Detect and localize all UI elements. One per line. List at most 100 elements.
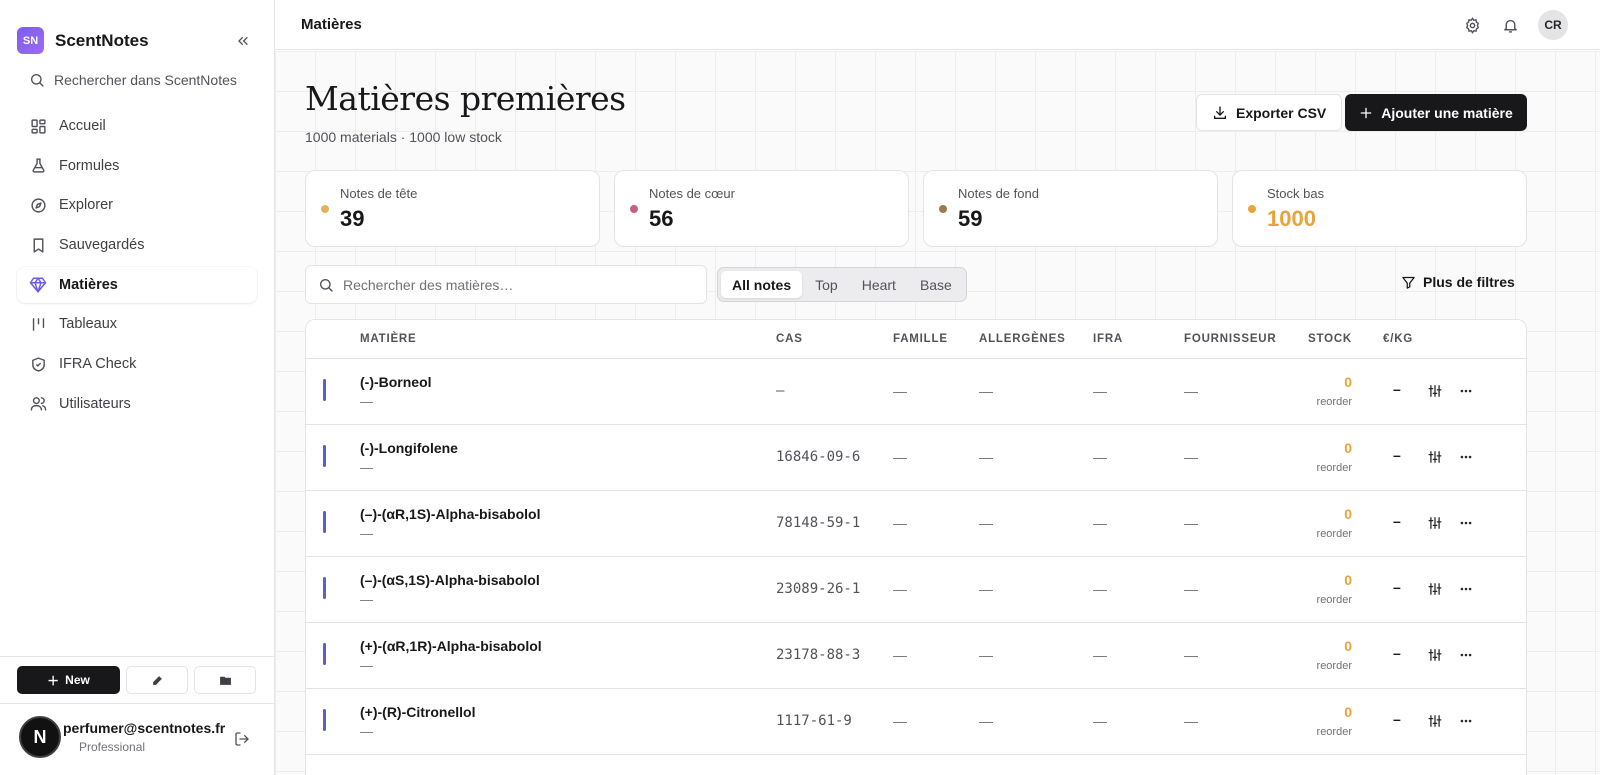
adjust-button[interactable] [1427, 383, 1443, 399]
users-icon [29, 395, 47, 413]
page-title: Matières premières [305, 79, 626, 118]
material-name[interactable]: (+)-(R)-Citronellol [360, 704, 475, 720]
material-name[interactable]: (–)-(αR,1S)-Alpha-bisabolol [360, 506, 541, 522]
ifra-value: — [1093, 647, 1107, 663]
sidebar-item-label: Formules [59, 157, 120, 174]
table-row[interactable]: (+)-(αR,1R)-Alpha-bisabolol — 23178-88-3 — —… [306, 623, 1526, 689]
material-name[interactable]: (-)-Longifolene [360, 440, 458, 456]
collapse-sidebar-button[interactable] [234, 32, 252, 50]
search-input[interactable] [343, 276, 683, 293]
table-row[interactable]: (+)-(R)-Citronellol — 1117-61-9 — — — — 0 reorde… [306, 689, 1526, 755]
table-row[interactable]: (-)-Borneol — — — — — — 0 reorder – [306, 359, 1526, 425]
stat-label: Notes de tête [340, 186, 418, 201]
more-actions-button[interactable] [1458, 383, 1474, 399]
stat-card-heart-notes[interactable]: Notes de cœur 56 [614, 170, 909, 247]
segment-heart[interactable]: Heart [851, 271, 907, 298]
more-filters-button[interactable]: Plus de filtres [1401, 274, 1515, 290]
brand-name: ScentNotes [55, 30, 149, 50]
adjust-button[interactable] [1427, 515, 1443, 531]
export-csv-button[interactable]: Exporter CSV [1196, 94, 1343, 131]
segment-top[interactable]: Top [804, 271, 849, 298]
family-value: — [893, 383, 907, 399]
material-name[interactable]: (-)-Borneol [360, 374, 432, 390]
column-header-ifra[interactable]: IFRA [1093, 333, 1123, 345]
sidebar-item-label: Matières [59, 276, 118, 293]
column-header-matiere[interactable]: MATIÈRE [360, 333, 417, 345]
column-header-allergenes[interactable]: ALLERGÈNES [979, 333, 1066, 345]
main-content: Matières premières 1000 materials · 1000… [275, 51, 1600, 775]
sidebar-item-ifra-check[interactable]: IFRA Check [17, 346, 257, 382]
sidebar-item-accueil[interactable]: Accueil [17, 108, 257, 144]
sidebar-item-utilisateurs[interactable]: Utilisateurs [17, 386, 257, 422]
material-subtitle: — [360, 460, 373, 475]
bookmark-icon [29, 236, 47, 254]
column-header-cas[interactable]: CAS [776, 333, 803, 345]
notifications-button[interactable] [1501, 16, 1519, 34]
column-header-price[interactable]: €/KG [1383, 333, 1413, 345]
note-filter-segmented: All notes Top Heart Base [717, 267, 967, 302]
logout-button[interactable] [234, 731, 250, 752]
settings-button[interactable] [1463, 16, 1481, 34]
family-value: — [893, 647, 907, 663]
brand[interactable]: SN ScentNotes [17, 27, 149, 54]
family-value: — [893, 515, 907, 531]
stat-card-top-notes[interactable]: Notes de tête 39 [305, 170, 600, 247]
dashboard-icon [29, 117, 47, 135]
add-material-button[interactable]: Ajouter une matière [1345, 94, 1527, 131]
plus-icon: ＋ [47, 673, 60, 688]
adjust-button[interactable] [1427, 581, 1443, 597]
more-actions-button[interactable] [1458, 713, 1474, 729]
more-actions-button[interactable] [1458, 449, 1474, 465]
allergens-value: — [979, 515, 993, 531]
sidebar-search[interactable]: Rechercher dans ScentNotes [29, 72, 237, 88]
stock-value: 0 [1344, 704, 1352, 720]
more-actions-button[interactable] [1458, 515, 1474, 531]
sidebar-item-label: Sauvegardés [59, 237, 145, 254]
user-plan: Professional [79, 740, 146, 754]
cas-number: 16846-09-6 [776, 449, 861, 465]
segment-all-notes[interactable]: All notes [721, 271, 803, 298]
folder-button[interactable] [194, 666, 256, 694]
sidebar-item-explorer[interactable]: Explorer [17, 187, 257, 223]
sidebar-item-formules[interactable]: Formules [17, 148, 257, 184]
material-name[interactable]: (+)-(αR,1R)-Alpha-bisabolol [360, 638, 542, 654]
sidebar: SN ScentNotes Rechercher dans ScentNotes… [0, 0, 275, 775]
more-actions-button[interactable] [1458, 581, 1474, 597]
stats-row: Notes de tête 39 Notes de cœur 56 Notes … [305, 170, 1527, 247]
adjust-button[interactable] [1427, 713, 1443, 729]
table-row[interactable]: (–)-(αR,1S)-Alpha-bisabolol — 78148-59-1 — —… [306, 491, 1526, 557]
edit-button[interactable] [126, 666, 188, 694]
table-row[interactable]: (–)-(αS,1S)-Alpha-bisabolol — 23089-26-1 — —… [306, 557, 1526, 623]
stat-card-low-stock[interactable]: Stock bas 1000 [1232, 170, 1527, 247]
note-indicator [323, 709, 326, 731]
column-header-fournisseur[interactable]: FOURNISSEUR [1184, 333, 1277, 345]
ifra-value: — [1093, 713, 1107, 729]
stat-label: Notes de cœur [649, 186, 735, 201]
material-subtitle: — [360, 724, 373, 739]
sidebar-item-sauvegardes[interactable]: Sauvegardés [17, 227, 257, 263]
more-actions-button[interactable] [1458, 647, 1474, 663]
segment-base[interactable]: Base [909, 271, 963, 298]
sidebar-item-matieres[interactable]: Matières [17, 266, 257, 303]
avatar[interactable]: CR [1538, 10, 1568, 40]
materials-search[interactable] [305, 265, 707, 304]
more-horizontal-icon [1459, 582, 1473, 596]
materials-table: MATIÈRE CAS FAMILLE ALLERGÈNES IFRA FOUR… [305, 319, 1527, 775]
table-row[interactable]: (-)-Longifolene — 16846-09-6 — — — — 0 reorder – [306, 425, 1526, 491]
column-header-stock[interactable]: STOCK [1308, 333, 1352, 345]
divider [0, 703, 275, 704]
new-button[interactable]: ＋ New [17, 666, 120, 694]
price-value: – [1393, 381, 1401, 397]
adjust-button[interactable] [1427, 449, 1443, 465]
material-name[interactable]: (–)-(αS,1S)-Alpha-bisabolol [360, 572, 540, 588]
stat-value: 39 [340, 206, 365, 231]
reorder-label: reorder [1316, 528, 1352, 540]
stat-card-base-notes[interactable]: Notes de fond 59 [923, 170, 1218, 247]
sidebar-item-tableaux[interactable]: Tableaux [17, 306, 257, 342]
adjust-button[interactable] [1427, 647, 1443, 663]
table-header: MATIÈRE CAS FAMILLE ALLERGÈNES IFRA FOUR… [306, 320, 1526, 359]
column-header-famille[interactable]: FAMILLE [893, 333, 948, 345]
user-profile[interactable]: N perfumer@scentnotes.fr Professional [19, 716, 225, 758]
more-horizontal-icon [1459, 648, 1473, 662]
avatar: N [19, 716, 61, 758]
